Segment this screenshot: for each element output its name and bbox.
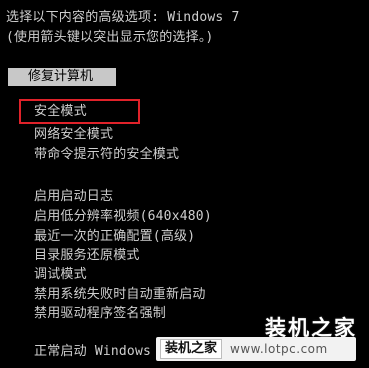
menu-item-disable-driver-signature[interactable]: 禁用驱动程序签名强制: [34, 306, 166, 322]
watermark-url: www.lotpc.com: [230, 342, 328, 356]
instruction-text: (使用箭头键以突出显示您的选择。): [6, 30, 214, 45]
advanced-options-title: 选择以下内容的高级选项: Windows 7: [6, 10, 240, 25]
menu-item-disable-auto-restart[interactable]: 禁用系统失败时自动重新启动: [34, 287, 206, 303]
menu-item-debugging-mode[interactable]: 调试模式: [34, 267, 87, 283]
menu-item-last-known-good-config[interactable]: 最近一次的正确配置(高级): [34, 229, 195, 245]
menu-item-low-resolution-video[interactable]: 启用低分辨率视频(640x480): [34, 209, 212, 225]
menu-item-enable-boot-logging[interactable]: 启用启动日志: [34, 189, 113, 205]
menu-item-directory-services-restore[interactable]: 目录服务还原模式: [34, 248, 140, 264]
menu-item-safe-mode[interactable]: 安全模式: [34, 104, 87, 120]
menu-item-repair-computer[interactable]: 修复计算机: [8, 68, 116, 86]
menu-item-safe-mode-command-prompt[interactable]: 带命令提示符的安全模式: [34, 147, 179, 163]
menu-item-start-normally[interactable]: 正常启动 Windows: [34, 344, 151, 360]
watermark-bar: 装机之家 www.lotpc.com: [156, 337, 356, 361]
watermark-brand: 装机之家: [160, 339, 223, 359]
menu-item-safe-mode-networking[interactable]: 网络安全模式: [34, 127, 113, 143]
